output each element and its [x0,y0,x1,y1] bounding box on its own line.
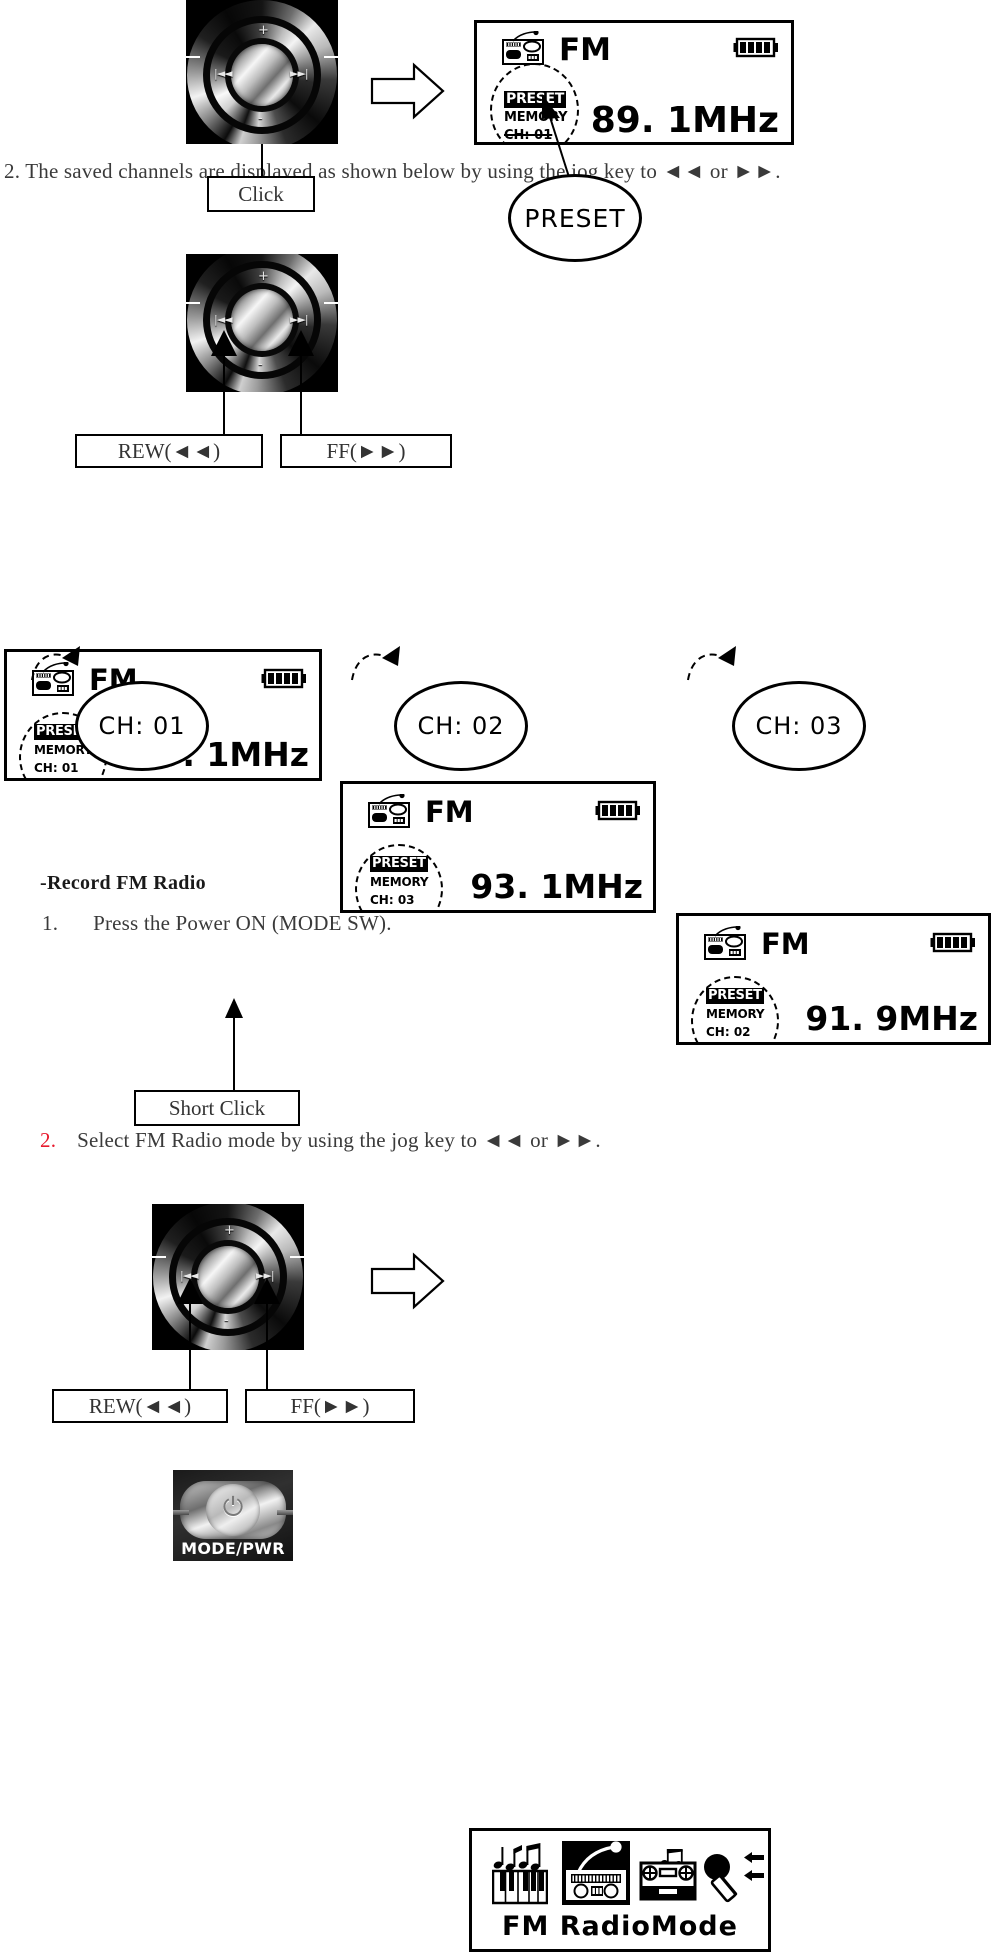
step-2-preset: 2. The saved channels are displayed as s… [4,159,781,184]
callout-ff-bottom: FF(►►) [245,1389,415,1423]
radio-icon [502,31,544,65]
jog-corner-notch-l [152,1256,166,1258]
callout-rew-bottom: REW(◄◄) [52,1389,228,1423]
lcd-memory-label: MEMORY [706,1007,765,1021]
callout-short-click: Short Click [134,1090,300,1126]
step-1-power-number: 1. [42,911,59,935]
lcd-mode-caption: FM RadioMode [502,1911,738,1942]
pointer-ch-3 [687,646,736,681]
jog-corner-notch-r [324,302,338,304]
radio-icon [562,1841,630,1905]
lcd-channel-label: CH: 03 [370,893,415,907]
pointer-ch-2 [351,646,400,681]
power-icon: ⏻ [222,1492,244,1523]
mode-button-bar-left [173,1510,189,1515]
step-1-power-text: Press the Power ON (MODE SW). [93,911,392,935]
oval-ch-1: CH: 01 [75,681,209,771]
section-heading-record: -Record FM Radio [40,872,206,894]
radio-icon [368,794,410,828]
manual-page: + - |◄◄ ►►| Click FM PRESET MEMORY CH: 0… [0,0,995,1952]
battery-icon [930,932,975,953]
mode-power-button[interactable]: ⏻ MODE/PWR [173,1470,293,1561]
lcd-preset-2: FM PRESET MEMORY CH: 03 93. 1MHz [340,781,656,913]
microphone-icon [704,1852,764,1903]
pointer-short-click [225,998,243,1090]
callout-ff-top: FF(►►) [280,434,452,468]
cassette-icon [639,1849,697,1901]
jog-minus-icon: - [258,111,263,126]
jog-ff-icon: ►►| [290,67,309,80]
step-2-mode-number: 2. [40,1128,57,1152]
lcd-band-label: FM [425,795,474,829]
oval-preset: PRESET [508,174,642,262]
pointer-ch-1 [31,646,80,681]
jog-wheel-top[interactable]: + - |◄◄ ►►| [186,0,338,144]
flow-arrow-top [370,62,445,120]
pointer-ff-bottom [254,1278,280,1390]
oval-ch-3: CH: 03 [732,681,866,771]
radio-icon [704,926,746,960]
mode-button-bar-right [277,1510,293,1515]
lcd-band-label: FM [761,927,810,961]
lcd-band-label: FM [559,32,612,68]
music-piano-icon [492,1843,548,1905]
jog-corner-notch-r [324,56,338,58]
callout-click: Click [207,176,315,212]
lcd-mode-screen: FM RadioMode [469,1828,771,1952]
jog-corner-notch-l [186,56,200,58]
jog-plus-icon: + [258,23,269,38]
step-1-power: 1. Press the Power ON (MODE SW). [42,911,392,936]
lcd-preset-3: FM PRESET MEMORY CH: 02 91. 9MHz [676,913,991,1045]
lcd-frequency: 93. 1MHz [470,867,643,906]
step-2-preset-number: 2. [4,159,21,183]
battery-icon [261,668,306,689]
lcd-channel-label: CH: 01 [34,761,79,775]
lcd-preset-badge: PRESET [370,856,428,872]
battery-icon [733,37,778,58]
step-2-mode: 2. Select FM Radio mode by using the jog… [40,1128,601,1153]
jog-rew-icon: |◄◄ [214,313,233,326]
jog-plus-icon: + [224,1223,235,1238]
jog-plus-icon: + [258,269,269,284]
mode-button-caption: MODE/PWR [181,1539,285,1558]
jog-minus-icon: - [224,1313,229,1328]
flow-arrow-bottom [370,1252,445,1310]
jog-corner-notch-l [186,302,200,304]
callout-rew-top: REW(◄◄) [75,434,263,468]
jog-minus-icon: - [258,357,263,372]
step-2-preset-text: The saved channels are displayed as show… [25,159,781,183]
jog-corner-notch-r [290,1256,304,1258]
jog-ff-icon: ►►| [290,313,309,326]
pointer-rew-top [211,330,237,436]
pointer-rew-bottom [177,1278,203,1390]
battery-icon [595,800,640,821]
jog-center-knob[interactable] [231,43,293,106]
lcd-frequency: 91. 9MHz [805,999,978,1038]
oval-ch-2: CH: 02 [394,681,528,771]
pointer-ff-top [288,330,314,436]
jog-rew-icon: |◄◄ [214,67,233,80]
lcd-memory-label: MEMORY [370,875,429,889]
lcd-channel-label: CH: 02 [706,1025,751,1039]
step-2-mode-text: Select FM Radio mode by using the jog ke… [77,1128,601,1152]
lcd-preset-badge: PRESET [706,988,764,1004]
